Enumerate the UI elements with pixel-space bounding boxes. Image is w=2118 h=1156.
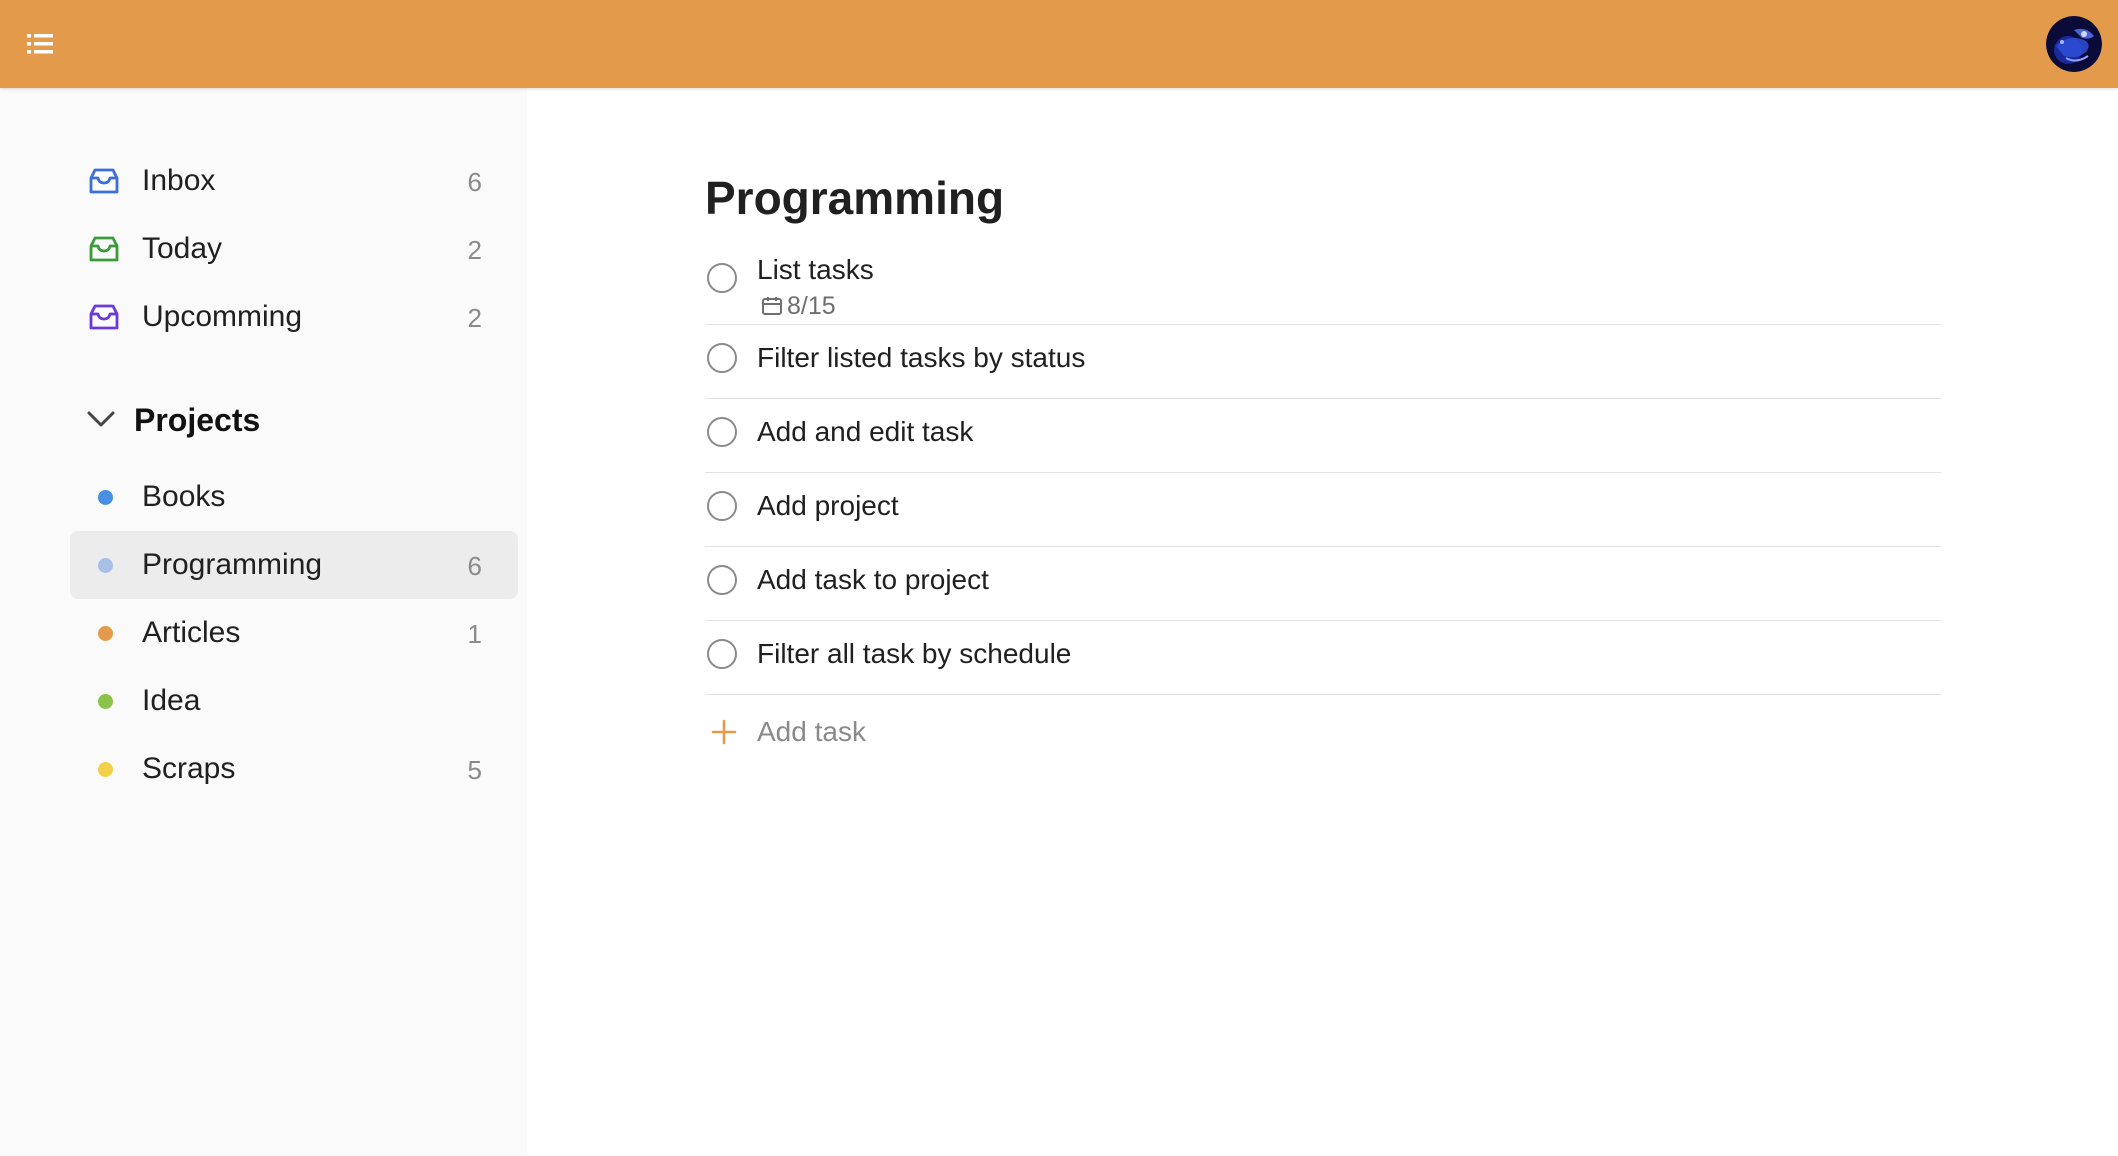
task-title[interactable]: Add project xyxy=(757,489,899,523)
task-date-text: 8/15 xyxy=(787,292,836,320)
sidebar-item-label: Books xyxy=(142,480,226,513)
task-complete-checkbox[interactable] xyxy=(707,639,737,669)
add-task-label: Add task xyxy=(757,716,866,747)
sidebar-item-label: Today xyxy=(142,232,223,265)
sidebar-item-scraps[interactable]: Scraps 5 xyxy=(70,735,518,803)
task-due-date[interactable]: 8/15 xyxy=(761,291,836,321)
task-title[interactable]: Add task to project xyxy=(757,563,989,597)
task-complete-checkbox[interactable] xyxy=(707,263,737,293)
task-title[interactable]: Add and edit task xyxy=(757,415,973,449)
sidebar-item-inbox[interactable]: Inbox 6 xyxy=(70,147,518,215)
chevron-down-icon xyxy=(87,411,115,427)
inbox-icon xyxy=(89,304,119,330)
main-content: Programming List tasks 8/15 Filter liste… xyxy=(527,88,2118,1156)
sidebar-item-count: 2 xyxy=(467,303,482,333)
sidebar-item-count: 6 xyxy=(467,167,482,197)
sidebar: Inbox 6 Today 2 Upcomming 2 Projects Boo… xyxy=(0,88,527,1156)
sidebar-item-articles[interactable]: Articles 1 xyxy=(70,599,518,667)
project-color-dot xyxy=(98,694,113,709)
menu-button[interactable] xyxy=(18,24,62,64)
project-color-dot xyxy=(98,762,113,777)
task-list: List tasks 8/15 Filter listed tasks by s… xyxy=(705,240,1941,773)
task-complete-checkbox[interactable] xyxy=(707,491,737,521)
inbox-icon xyxy=(89,236,119,262)
sidebar-item-label: Scraps xyxy=(142,752,236,785)
task-row: Filter all task by schedule xyxy=(705,621,1941,695)
projects-title: Projects xyxy=(134,402,261,438)
app-root: Inbox 6 Today 2 Upcomming 2 Projects Boo… xyxy=(0,0,2118,1156)
sidebar-item-label: Idea xyxy=(142,684,201,717)
avatar-image xyxy=(2046,16,2102,72)
sidebar-item-label: Inbox xyxy=(142,164,216,197)
calendar-icon xyxy=(762,297,782,315)
plus-icon xyxy=(711,719,737,745)
list-menu-icon xyxy=(27,34,53,54)
sidebar-item-label: Programming xyxy=(142,548,323,581)
project-color-dot xyxy=(98,558,113,573)
task-row: Add and edit task xyxy=(705,399,1941,473)
task-title[interactable]: Filter listed tasks by status xyxy=(757,341,1085,375)
sidebar-item-count: 5 xyxy=(467,755,482,785)
sidebar-item-today[interactable]: Today 2 xyxy=(70,215,518,283)
top-bar xyxy=(0,0,2118,88)
projects-section-toggle[interactable]: Projects xyxy=(84,394,514,444)
inbox-icon xyxy=(89,168,119,194)
project-color-dot xyxy=(98,626,113,641)
task-complete-checkbox[interactable] xyxy=(707,417,737,447)
sidebar-item-count: 1 xyxy=(467,619,482,649)
sidebar-item-label: Upcomming xyxy=(142,300,303,333)
task-complete-checkbox[interactable] xyxy=(707,565,737,595)
task-title[interactable]: Filter all task by schedule xyxy=(757,637,1071,671)
sidebar-item-count: 6 xyxy=(467,551,482,581)
task-title[interactable]: List tasks xyxy=(757,253,874,287)
task-row: List tasks 8/15 xyxy=(705,240,1941,325)
sidebar-item-books[interactable]: Books xyxy=(70,463,518,531)
page-title: Programming xyxy=(705,172,1005,224)
task-row: Filter listed tasks by status xyxy=(705,325,1941,399)
sidebar-item-idea[interactable]: Idea xyxy=(70,667,518,735)
sidebar-item-upcomming[interactable]: Upcomming 2 xyxy=(70,283,518,351)
sidebar-item-programming[interactable]: Programming 6 xyxy=(70,531,518,599)
task-row: Add project xyxy=(705,473,1941,547)
task-row: Add task to project xyxy=(705,547,1941,621)
add-task-button[interactable]: Add task xyxy=(705,695,1941,773)
project-color-dot xyxy=(98,490,113,505)
sidebar-item-label: Articles xyxy=(142,616,241,649)
sidebar-item-count: 2 xyxy=(467,235,482,265)
task-complete-checkbox[interactable] xyxy=(707,343,737,373)
user-avatar[interactable] xyxy=(2046,16,2102,72)
